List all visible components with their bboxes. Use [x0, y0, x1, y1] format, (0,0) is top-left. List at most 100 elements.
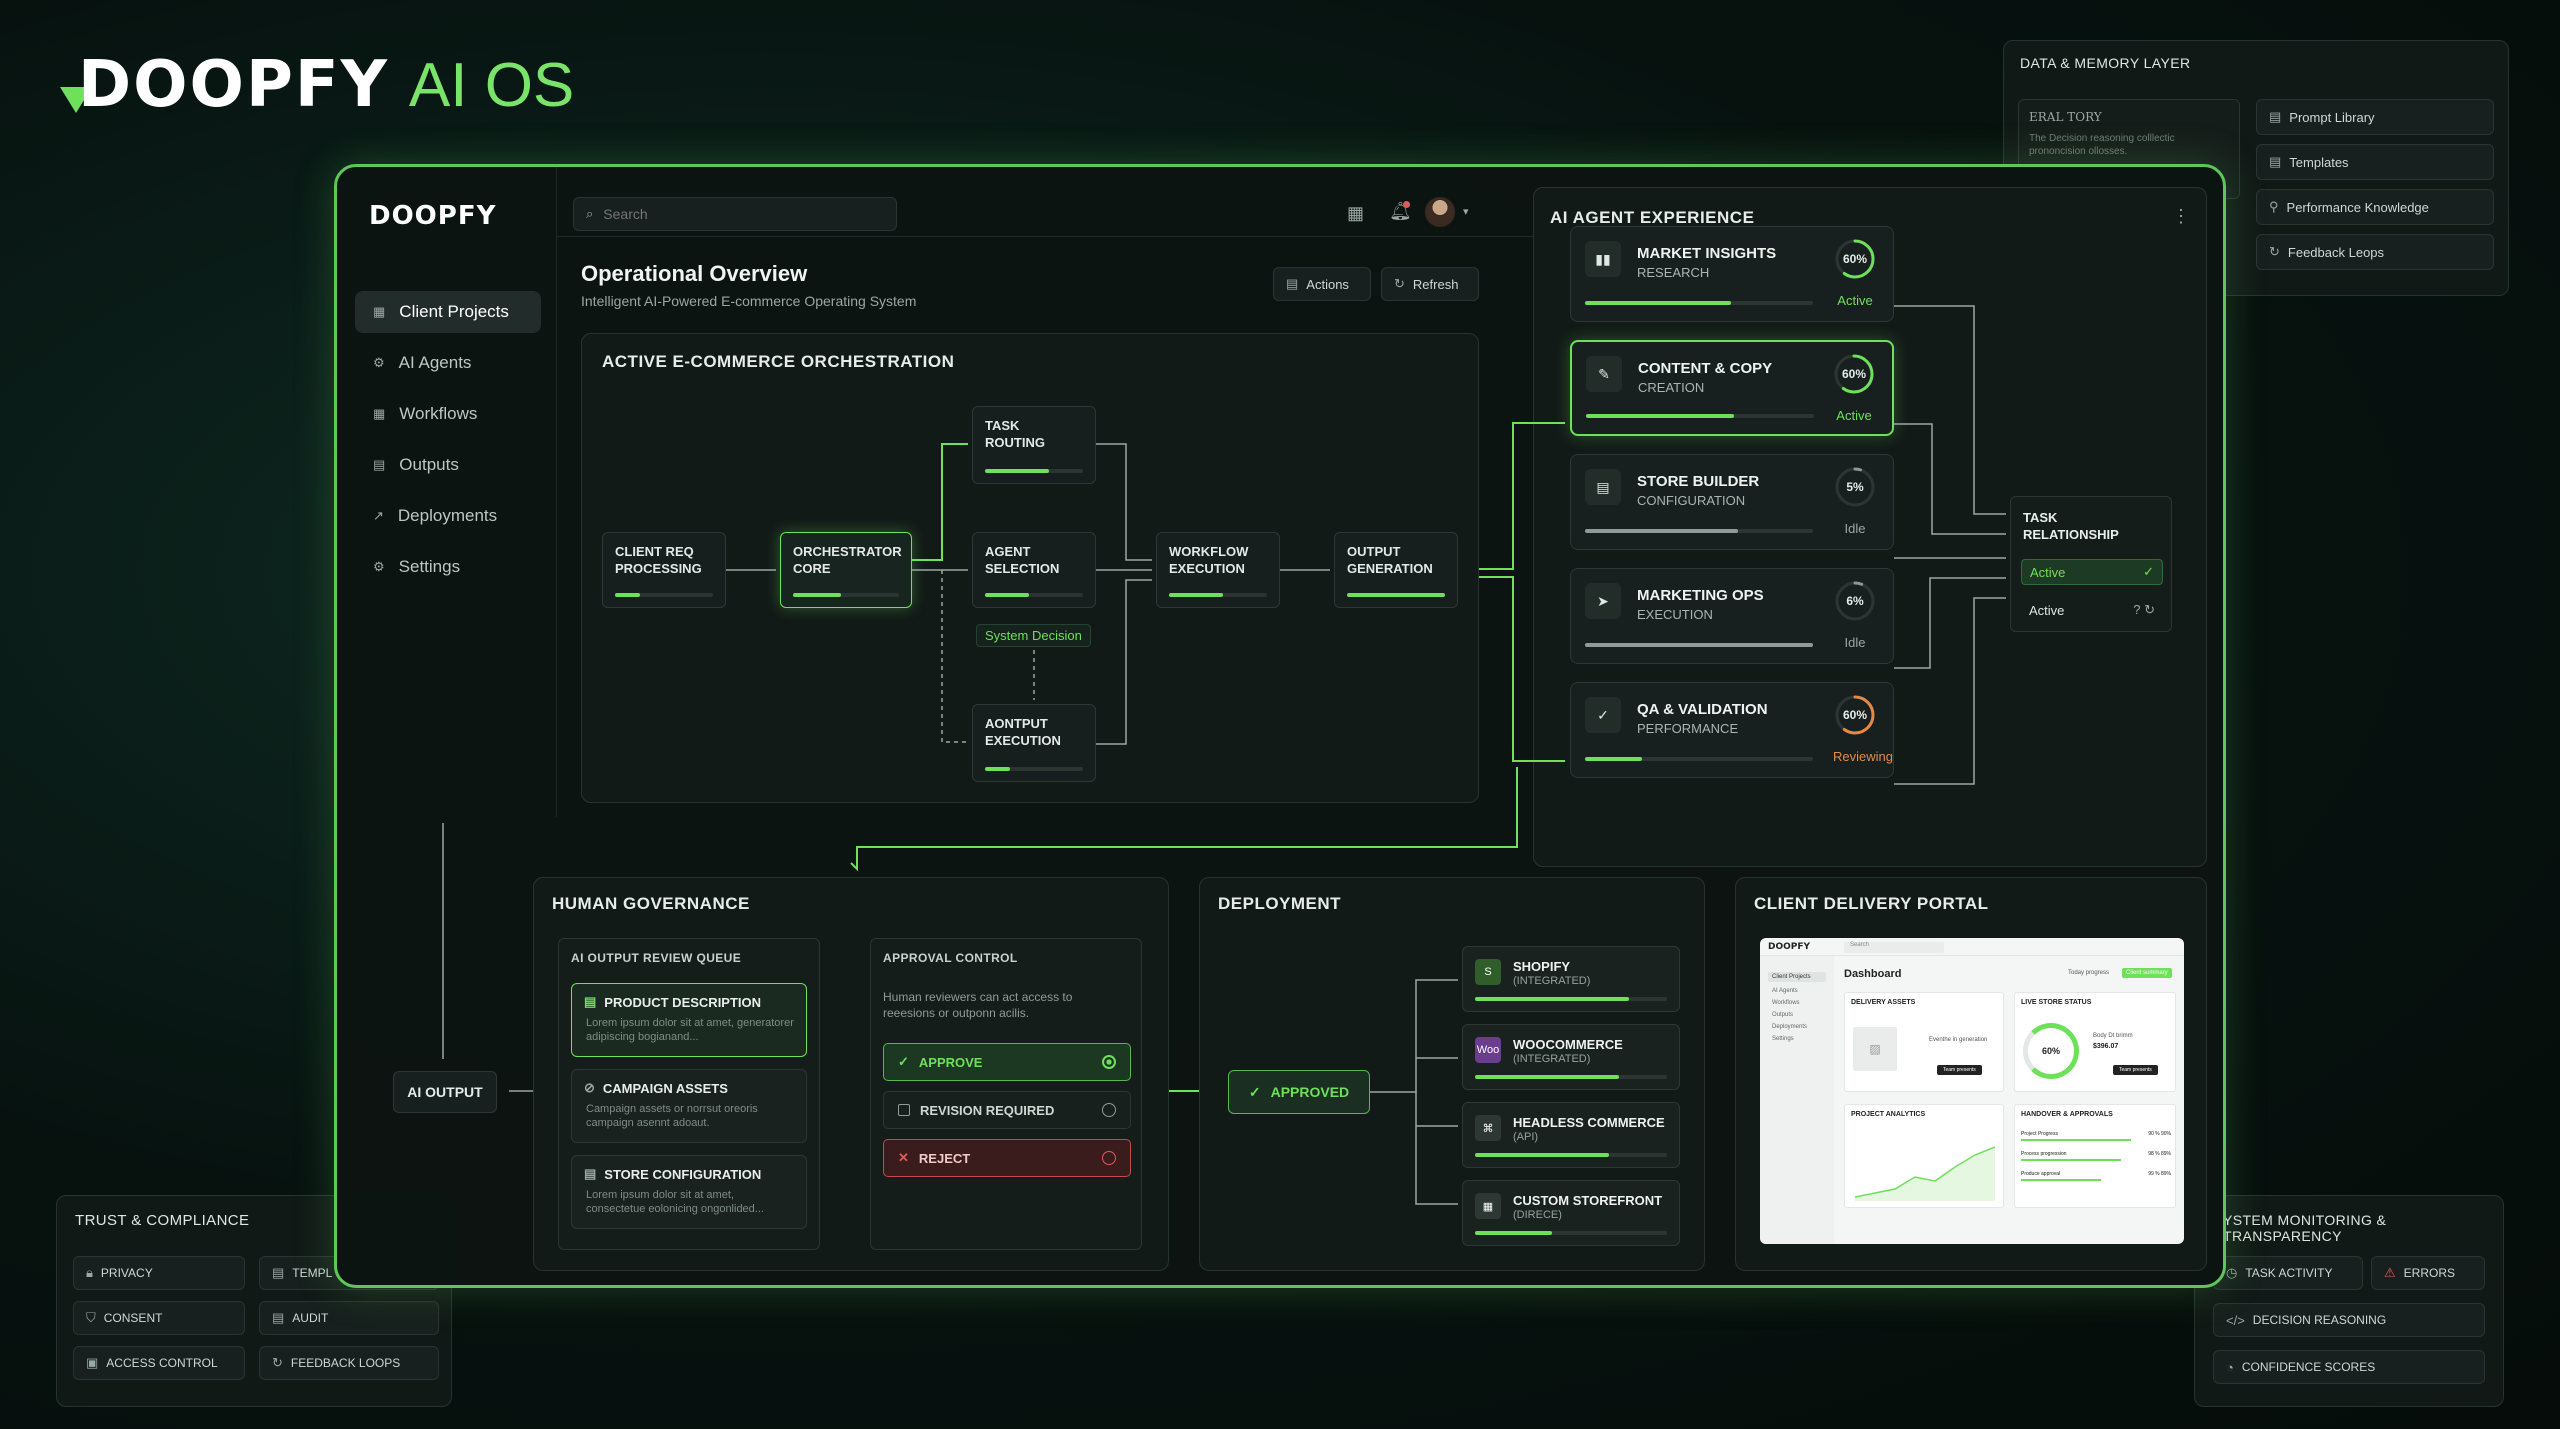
system-monitoring-panel: YSTEM MONITORING & TRANSPARENCY ◷ TASK AC… [2194, 1195, 2504, 1407]
sidebar-item-settings[interactable]: ⚙ Settings [355, 546, 541, 588]
memory-item-performance-knowledge[interactable]: ⚲ Performance Knowledge [2256, 189, 2494, 225]
node-workflow-execution[interactable]: WORKFLOW EXECUTION [1156, 532, 1280, 608]
approve-option[interactable]: ✓ APPROVE [883, 1043, 1131, 1081]
main-app-window: DOOPFY ▦ Client Projects ⚙ AI Agents ▦ Work… [334, 164, 2226, 1288]
portal-side-item: Workflows [1772, 1000, 1800, 1006]
monitor-item-label: ERRORS [2403, 1266, 2455, 1280]
avatar[interactable] [1425, 197, 1455, 227]
node-output-generation[interactable]: OUTPUT GENERATION [1334, 532, 1458, 608]
search-input[interactable] [603, 206, 864, 222]
trust-item-label: CONSENT [103, 1311, 163, 1325]
portal-delivery-title: DELIVERY ASSETS [1851, 999, 1916, 1006]
revision-required-option[interactable]: REVISION REQUIRED [883, 1091, 1131, 1129]
monitor-item-decision-reasoning[interactable]: </> DECISION REASONING [2213, 1303, 2485, 1337]
actions-button[interactable]: ▤ Actions [1273, 267, 1371, 301]
agent-card-qa-validation[interactable]: ✓ QA & VALIDATION PERFORMANCE 60% Reviewing [1570, 682, 1894, 778]
portal-title: CLIENT DELIVERY PORTAL [1754, 894, 1989, 913]
agent-progress [1585, 643, 1813, 647]
help-refresh-icon: ? ↻ [2133, 602, 2155, 617]
approval-title: APPROVAL CONTROL [883, 951, 1018, 965]
agent-card-marketing-ops[interactable]: ➤ MARKETING OPS EXECUTION 6% Idle [1570, 568, 1894, 664]
sidebar-item-deployments[interactable]: ↗ Deployments [355, 495, 541, 537]
connector-content-task [1894, 423, 2006, 535]
agent-card-store-builder[interactable]: ▤ STORE BUILDER CONFIGURATION 5% Idle [1570, 454, 1894, 550]
agent-card-content-copy[interactable]: ✎ CONTENT & COPY CREATION 60% Active [1570, 340, 1894, 436]
queue-item-product-description[interactable]: ▤ PRODUCT DESCRIPTION Lorem ipsum dolor si… [571, 983, 807, 1057]
app-logo[interactable]: DOOPFY [369, 201, 496, 231]
brand-suffix: AI OS [408, 50, 575, 120]
agent-progress-fill [1585, 301, 1731, 305]
queue-item-campaign-assets[interactable]: ⊘ CAMPAIGN ASSETS Campaign assets or norrs… [571, 1069, 807, 1143]
memory-item-templates[interactable]: ▤ Templates [2256, 144, 2494, 180]
deploy-target-woocommerce[interactable]: Woo WOOCOMMERCE (INTEGRATED) [1462, 1024, 1680, 1090]
portal-side-item: AI Agents [1772, 988, 1798, 994]
trust-item-label: FEEDBACK LOOPS [290, 1356, 401, 1370]
node-output-execution[interactable]: AONTPUT EXECUTION [972, 704, 1096, 782]
queue-item-desc: Lorem ipsum dolor sit at amet, consectet… [586, 1189, 764, 1215]
revision-label: REVISION REQUIRED [920, 1102, 1055, 1118]
sidebar: DOOPFY ▦ Client Projects ⚙ AI Agents ▦ Work… [337, 167, 557, 817]
gauge-icon: ◔ [2226, 1359, 2234, 1375]
deploy-target-name: HEADLESS COMMERCE [1513, 1115, 1665, 1130]
sidebar-item-ai-agents[interactable]: ⚙ AI Agents [355, 342, 541, 384]
refresh-button[interactable]: ↻ Refresh [1381, 267, 1479, 301]
approved-badge[interactable]: ✓ APPROVED [1228, 1070, 1370, 1114]
trust-item-audit[interactable]: ▤ AUDIT [259, 1301, 439, 1335]
review-queue-title: AI OUTPUT REVIEW QUEUE [571, 951, 742, 965]
deploy-target-custom-storefront[interactable]: ▦ CUSTOM STOREFRONT (DIRECE) [1462, 1180, 1680, 1246]
agent-progress [1585, 529, 1813, 533]
store-icon: ▤ [1585, 469, 1621, 505]
node-label: ORCHESTRATOR CORE [793, 544, 902, 576]
trust-item-privacy[interactable]: 🔒︎ PRIVACY [73, 1256, 245, 1290]
data-memory-title: DATA & MEMORY LAYER [2020, 55, 2191, 71]
node-label: WORKFLOW EXECUTION [1169, 544, 1249, 576]
queue-item-desc: Lorem ipsum dolor sit at amet, generator… [586, 1017, 794, 1043]
apps-grid-icon[interactable]: ▦ [1347, 203, 1364, 224]
agent-role: PERFORMANCE [1637, 721, 1739, 736]
agent-card-market-insights[interactable]: ▮▮ MARKET INSIGHTS RESEARCH 60% Active [1570, 226, 1894, 322]
activity-icon: ◷ [2226, 1265, 2238, 1280]
deploy-target-sub: (API) [1513, 1131, 1539, 1143]
sidebar-item-client-projects[interactable]: ▦ Client Projects [355, 291, 541, 333]
sidebar-nav: ▦ Client Projects ⚙ AI Agents ▦ Workflows ▤… [355, 291, 541, 588]
task-status-active[interactable]: Active ✓ [2021, 559, 2163, 585]
agent-role: EXECUTION [1637, 607, 1713, 622]
memory-item-prompt-library[interactable]: ▤ Prompt Library [2256, 99, 2494, 135]
node-orchestrator-core[interactable]: ORCHESTRATOR CORE [780, 532, 912, 608]
deploy-target-name: WOOCOMMERCE [1513, 1037, 1623, 1052]
search-box[interactable]: ⌕ [573, 197, 897, 231]
portal-preview[interactable]: DOOPFY Search Client Projects AI Agents … [1760, 938, 2184, 1244]
deploy-target-headless-commerce[interactable]: ⌘ HEADLESS COMMERCE (API) [1462, 1102, 1680, 1168]
monitor-item-confidence-scores[interactable]: ◔ CONFIDENCE SCORES [2213, 1350, 2485, 1384]
node-label: AGENT SELECTION [985, 544, 1060, 576]
node-task-routing[interactable]: TASK ROUTING [972, 406, 1096, 484]
ai-output-chip[interactable]: AI OUTPUT [393, 1071, 497, 1113]
shopify-icon: S [1475, 959, 1501, 985]
monitor-item-errors[interactable]: ⚠ ERRORS [2371, 1256, 2485, 1290]
reject-option[interactable]: ✕ REJECT [883, 1139, 1131, 1177]
checkbox-icon [898, 1104, 910, 1116]
trust-item-consent[interactable]: ⛉ CONSENT [73, 1301, 245, 1335]
sidebar-item-workflows[interactable]: ▦ Workflows [355, 393, 541, 435]
portal-handover-label: Project Progress [2021, 1131, 2058, 1137]
task-status-secondary[interactable]: Active ? ↻ [2021, 597, 2163, 623]
sidebar-item-outputs[interactable]: ▤ Outputs [355, 444, 541, 486]
search-icon: ⌕ [586, 206, 594, 221]
trust-item-feedback-loops[interactable]: ↻ FEEDBACK LOOPS [259, 1346, 439, 1380]
node-client-req-processing[interactable]: CLIENT REQ PROCESSING [602, 532, 726, 608]
more-vertical-icon[interactable]: ⋮ [2172, 206, 2190, 227]
tag-icon: ⊘ [584, 1080, 595, 1095]
connector-approved-custom [1415, 1092, 1458, 1205]
connector-qa-task [1894, 597, 2006, 785]
trust-item-access-control[interactable]: ▣ ACCESS CONTROL [73, 1346, 245, 1380]
memory-item-feedback-loops[interactable]: ↻ Feedback Leops [2256, 234, 2494, 270]
system-decision-label: System Decision [976, 624, 1091, 647]
agent-confidence-pct: 60% [1841, 367, 1867, 381]
node-agent-selection[interactable]: AGENT SELECTION [972, 532, 1096, 608]
node-progress-fill [985, 469, 1049, 473]
deploy-target-shopify[interactable]: S SHOPIFY (INTEGRATED) [1462, 946, 1680, 1012]
radio-empty-icon [1102, 1151, 1116, 1165]
chevron-down-icon[interactable]: ▾ [1463, 205, 1469, 218]
queue-item-store-configuration[interactable]: ▤ STORE CONFIGURATION Lorem ipsum dolor si… [571, 1155, 807, 1229]
monitor-item-task-activity[interactable]: ◷ TASK ACTIVITY [2213, 1256, 2363, 1290]
